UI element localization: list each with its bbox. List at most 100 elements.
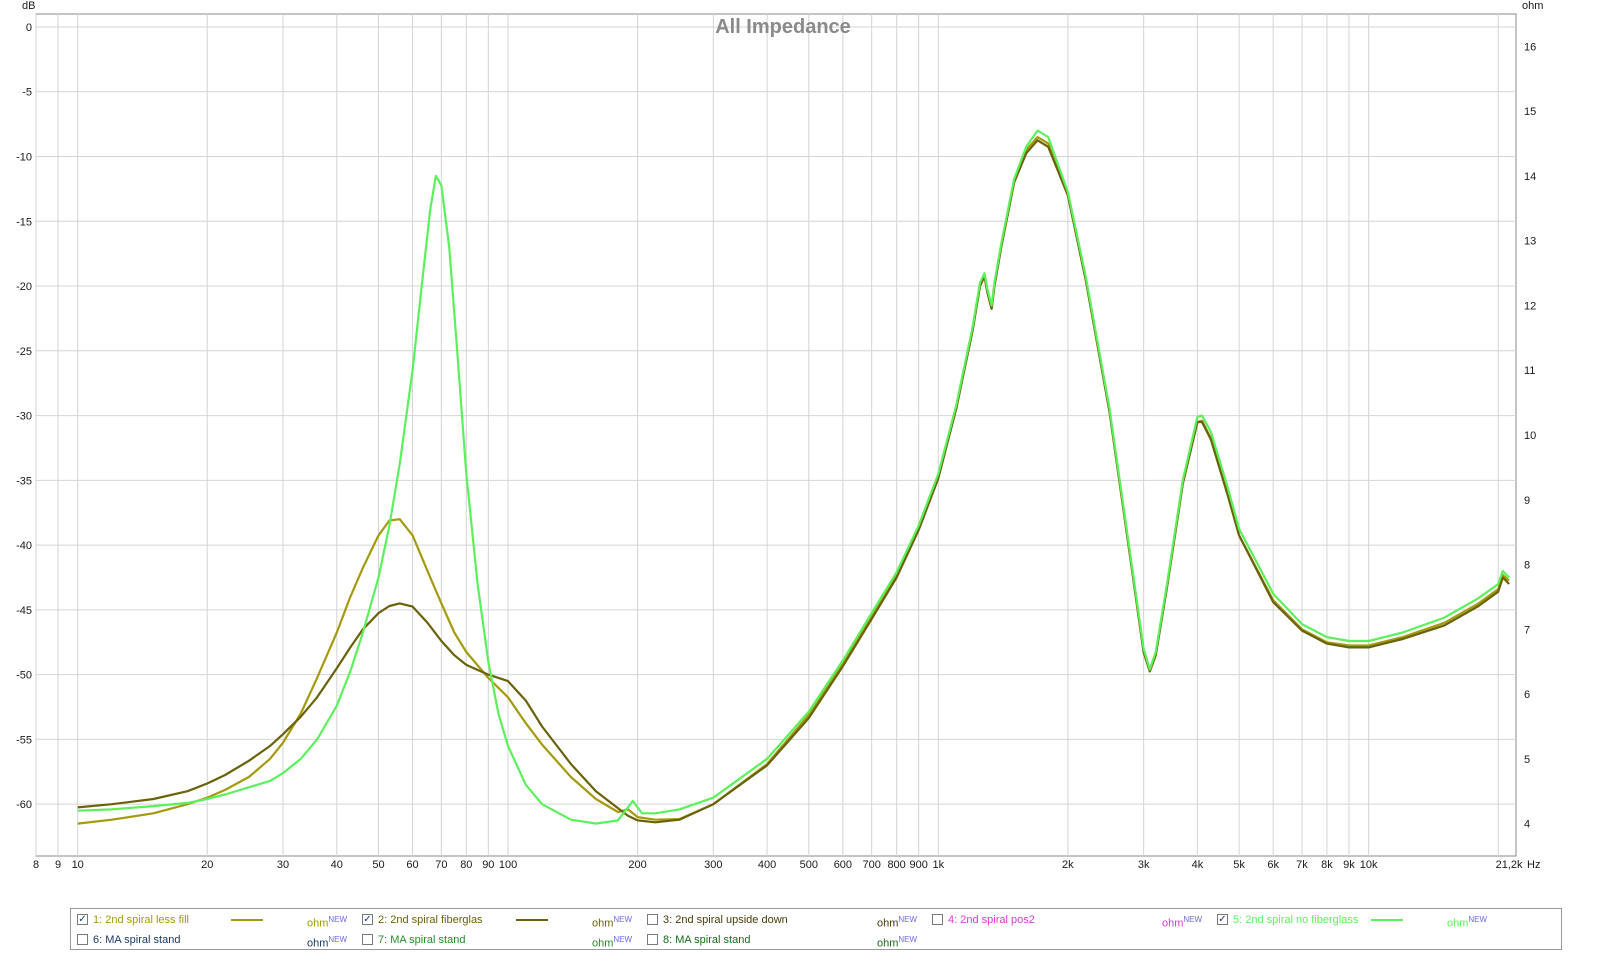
x-tick-label: 90 [482,859,494,871]
y-left-tick-label: -5 [22,87,32,99]
x-tick-label: 800 [887,859,905,871]
legend-label-4: 4: 2nd spiral pos2 [948,914,1035,926]
y-left-tick-label: 0 [26,22,32,34]
y-right-tick-label: 12 [1524,300,1536,312]
y-left-tick-label: -25 [16,346,32,358]
legend-label-2: 2: 2nd spiral fiberglas [378,914,483,926]
x-tick-label: 300 [704,859,722,871]
x-tick-label: 40 [331,859,343,871]
y-right-tick-label: 16 [1524,41,1536,53]
legend-checkbox-7[interactable] [362,934,373,945]
x-tick-label: 8k [1321,859,1333,871]
legend-swatch-6 [231,939,263,941]
x-tick-label: 2k [1062,859,1074,871]
x-tick-label: 9k [1343,859,1355,871]
legend-label-1: 1: 2nd spiral less fill [93,914,189,926]
legend-swatch-2 [516,919,548,921]
x-tick-label: 900 [909,859,927,871]
x-tick-label: 3k [1138,859,1150,871]
legend-panel: ✓ 1: 2nd spiral less fill ohmNEW ✓ 2: 2n… [70,908,1562,950]
x-tick-label: 20 [201,859,213,871]
x-tick-label: 5k [1233,859,1245,871]
legend-label-8: 8: MA spiral stand [663,934,751,946]
impedance-chart[interactable]: 8 9 10 20 30 40 50 60 70 80 90 100 200 300 400 500 600 70… [0,0,1617,908]
y-right-tick-label: 7 [1524,624,1530,636]
legend-swatch-4 [1086,919,1118,921]
x-tick-label: 21,2k [1496,859,1523,871]
x-tick-label: 8 [33,859,39,871]
y-right-tick-label: 15 [1524,106,1536,118]
x-tick-label: 50 [372,859,384,871]
y-right-tick-label: 5 [1524,754,1530,766]
y-right-tick-label: 11 [1524,365,1535,377]
x-tick-label: 10k [1360,859,1378,871]
chart-title: All Impedance [715,16,851,38]
y-right-tick-label: 14 [1524,171,1536,183]
y-left-tick-label: -30 [16,411,32,423]
legend-unit-6: ohmNEW [307,935,348,950]
x-tick-label: 7k [1296,859,1308,871]
x-tick-label: 30 [277,859,289,871]
x-tick-label: 400 [758,859,776,871]
y-left-tick-label: -60 [16,799,32,811]
legend-unit-8: ohmNEW [877,935,918,950]
y-right-tick-labels: 16 15 14 13 12 11 10 9 8 7 6 5 4 [1524,41,1536,830]
y-right-unit-label: ohm [1522,0,1543,12]
legend-item-4[interactable]: 4: 2nd spiral pos2 ohmNEW [926,911,1222,930]
legend-item-3[interactable]: 3: 2nd spiral upside down ohmNEW [641,911,937,930]
legend-unit-3: ohmNEW [877,915,918,930]
legend-unit-2: ohmNEW [592,915,633,930]
y-right-tick-label: 13 [1524,236,1536,248]
legend-unit-5: ohmNEW [1447,915,1488,930]
legend-unit-7: ohmNEW [592,935,633,950]
x-tick-label: 80 [460,859,472,871]
plot-area[interactable] [35,13,1517,857]
legend-checkbox-8[interactable] [647,934,658,945]
x-tick-label: 70 [435,859,447,871]
y-left-tick-label: -15 [16,216,32,228]
legend-checkbox-4[interactable] [932,914,943,925]
x-tick-label: 1k [933,859,945,871]
legend-item-1[interactable]: ✓ 1: 2nd spiral less fill ohmNEW [71,911,367,930]
legend-unit-4: ohmNEW [1162,915,1203,930]
legend-item-7[interactable]: 7: MA spiral stand ohmNEW [356,931,652,950]
y-left-tick-label: -10 [16,151,32,163]
legend-swatch-5 [1371,919,1403,921]
y-left-tick-label: -40 [16,540,32,552]
legend-swatch-7 [516,939,548,941]
x-tick-label: 700 [862,859,880,871]
legend-checkbox-3[interactable] [647,914,658,925]
x-tick-label: 500 [800,859,818,871]
x-tick-label: 100 [499,859,517,871]
y-left-tick-label: -35 [16,475,32,487]
x-tick-label: 200 [628,859,646,871]
y-left-tick-label: -20 [16,281,32,293]
legend-checkbox-5[interactable]: ✓ [1217,914,1228,925]
y-left-tick-label: -55 [16,734,32,746]
y-right-tick-label: 4 [1524,819,1530,831]
legend-unit-1: ohmNEW [307,915,348,930]
x-unit-label: Hz [1527,859,1540,871]
y-right-tick-label: 8 [1524,560,1530,572]
legend-item-8[interactable]: 8: MA spiral stand ohmNEW [641,931,937,950]
legend-checkbox-2[interactable]: ✓ [362,914,373,925]
legend-swatch-1 [231,919,263,921]
y-right-tick-label: 6 [1524,689,1530,701]
legend-item-6[interactable]: 6: MA spiral stand ohmNEW [71,931,367,950]
legend-item-5[interactable]: ✓ 5: 2nd spiral no fiberglass ohmNEW [1211,911,1507,930]
legend-swatch-3 [801,919,833,921]
legend-label-3: 3: 2nd spiral upside down [663,914,788,926]
y-right-tick-label: 9 [1524,495,1530,507]
legend-checkbox-6[interactable] [77,934,88,945]
x-tick-labels: 8 9 10 20 30 40 50 60 70 80 90 100 200 300 400 500 600 70… [33,859,1523,871]
legend-label-6: 6: MA spiral stand [93,934,181,946]
y-left-unit-label: dB [22,0,35,12]
x-tick-label: 60 [406,859,418,871]
legend-checkbox-1[interactable]: ✓ [77,914,88,925]
x-tick-label: 600 [834,859,852,871]
x-tick-label: 6k [1267,859,1279,871]
y-right-tick-label: 10 [1524,430,1536,442]
legend-item-2[interactable]: ✓ 2: 2nd spiral fiberglas ohmNEW [356,911,652,930]
legend-label-7: 7: MA spiral stand [378,934,466,946]
x-tick-label: 4k [1192,859,1204,871]
